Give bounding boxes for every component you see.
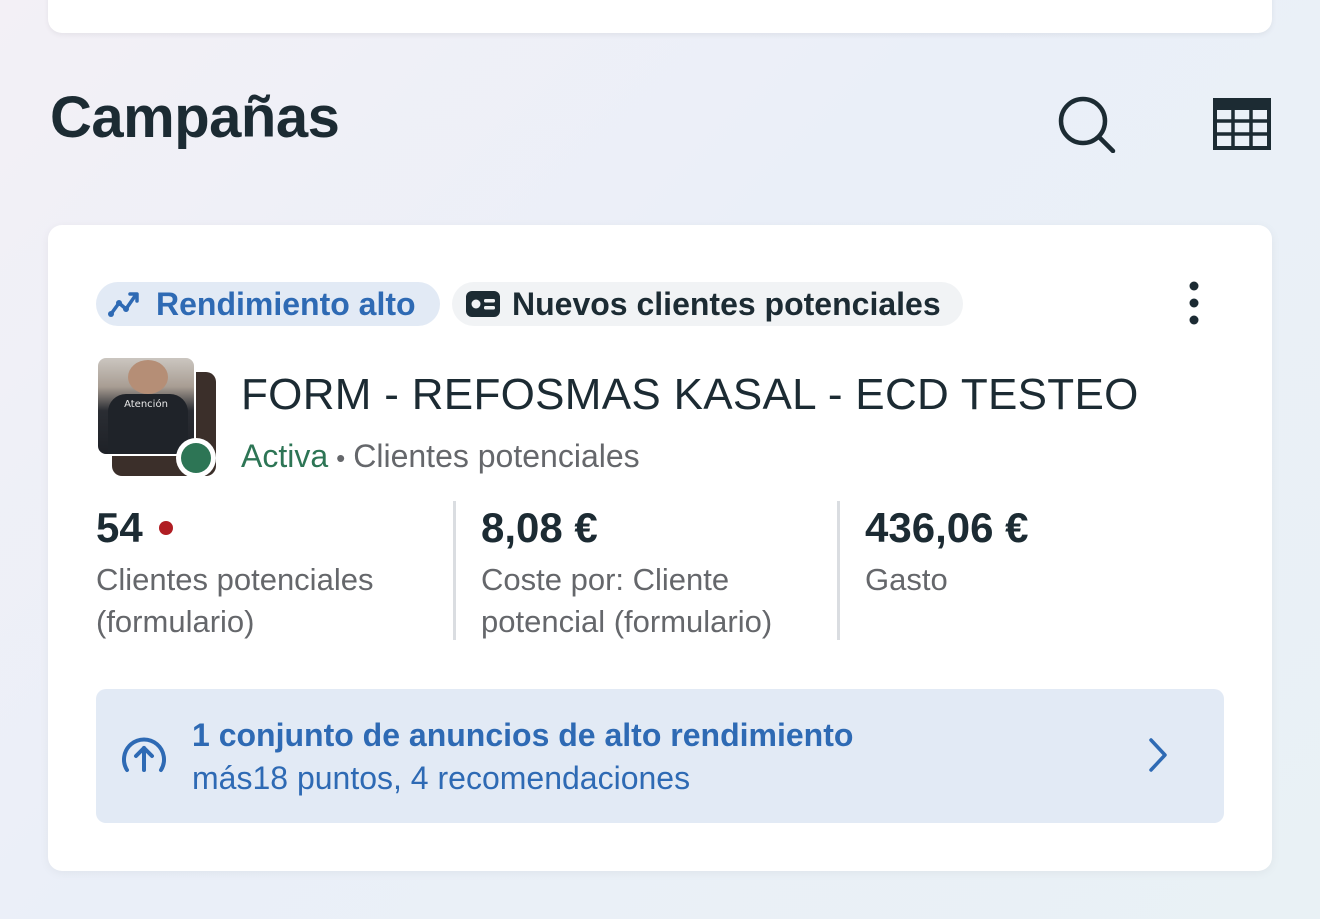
- chevron-right-icon: [1149, 738, 1167, 772]
- search-button[interactable]: [1055, 95, 1117, 154]
- objective-badge: Nuevos clientes potenciales: [452, 282, 963, 326]
- recommendation-banner[interactable]: 1 conjunto de anuncios de alto rendimien…: [96, 689, 1224, 823]
- trend-up-icon: [108, 292, 139, 317]
- campaign-card[interactable]: Rendimiento alto Nuevos clientes potenci…: [48, 225, 1272, 871]
- metric-cost-per-lead[interactable]: 8,08 € Coste por: Cliente potencial (for…: [481, 501, 772, 643]
- performance-badge: Rendimiento alto: [96, 282, 440, 326]
- metric-value: 436,06 €: [865, 504, 1029, 551]
- metric-spend[interactable]: 436,06 € Gasto: [865, 501, 1029, 601]
- performance-badge-label: Rendimiento alto: [156, 285, 416, 322]
- recommendation-title: 1 conjunto de anuncios de alto rendimien…: [192, 717, 854, 753]
- meta-separator: •: [336, 443, 346, 473]
- thumbnail-caption: Atención: [124, 399, 168, 410]
- metric-value: 8,08 €: [481, 504, 598, 551]
- metric-label: Clientes potenciales: [96, 562, 374, 597]
- arrow-up-circle-icon: [122, 737, 166, 772]
- campaign-name[interactable]: FORM - REFOSMAS KASAL - ECD TESTEO: [241, 370, 1139, 420]
- metric-leads[interactable]: 54 Clientes potenciales (formulario): [96, 501, 373, 643]
- page-title: Campañas: [50, 85, 340, 150]
- metric-label: Coste por: Cliente: [481, 562, 730, 597]
- recommendation-subtitle: más18 puntos, 4 recomendaciones: [192, 760, 691, 796]
- metric-value: 54: [96, 504, 143, 551]
- table-view-button[interactable]: [1212, 97, 1272, 151]
- table-view-icon: [1213, 98, 1271, 150]
- metric-divider: [453, 501, 456, 640]
- alert-dot: [158, 521, 173, 535]
- metric-label: potencial (formulario): [481, 604, 773, 639]
- metric-label: Gasto: [865, 562, 948, 597]
- more-vertical-icon: [1189, 281, 1199, 325]
- thumbnail-image: Atención: [96, 356, 196, 456]
- campaign-meta: Activa • Clientes potenciales: [241, 438, 640, 475]
- previous-card: [48, 0, 1272, 33]
- metric-label: (formulario): [96, 604, 255, 639]
- campaign-type: Clientes potenciales: [353, 438, 640, 474]
- campaign-status: Activa: [241, 438, 329, 474]
- campaign-thumbnail: Atención: [96, 356, 220, 480]
- lead-form-icon: [466, 291, 500, 317]
- search-icon: [1058, 96, 1116, 154]
- metric-divider: [837, 501, 840, 640]
- active-status-indicator: [176, 438, 216, 478]
- objective-badge-label: Nuevos clientes potenciales: [512, 285, 941, 322]
- more-options-button[interactable]: [1176, 277, 1212, 329]
